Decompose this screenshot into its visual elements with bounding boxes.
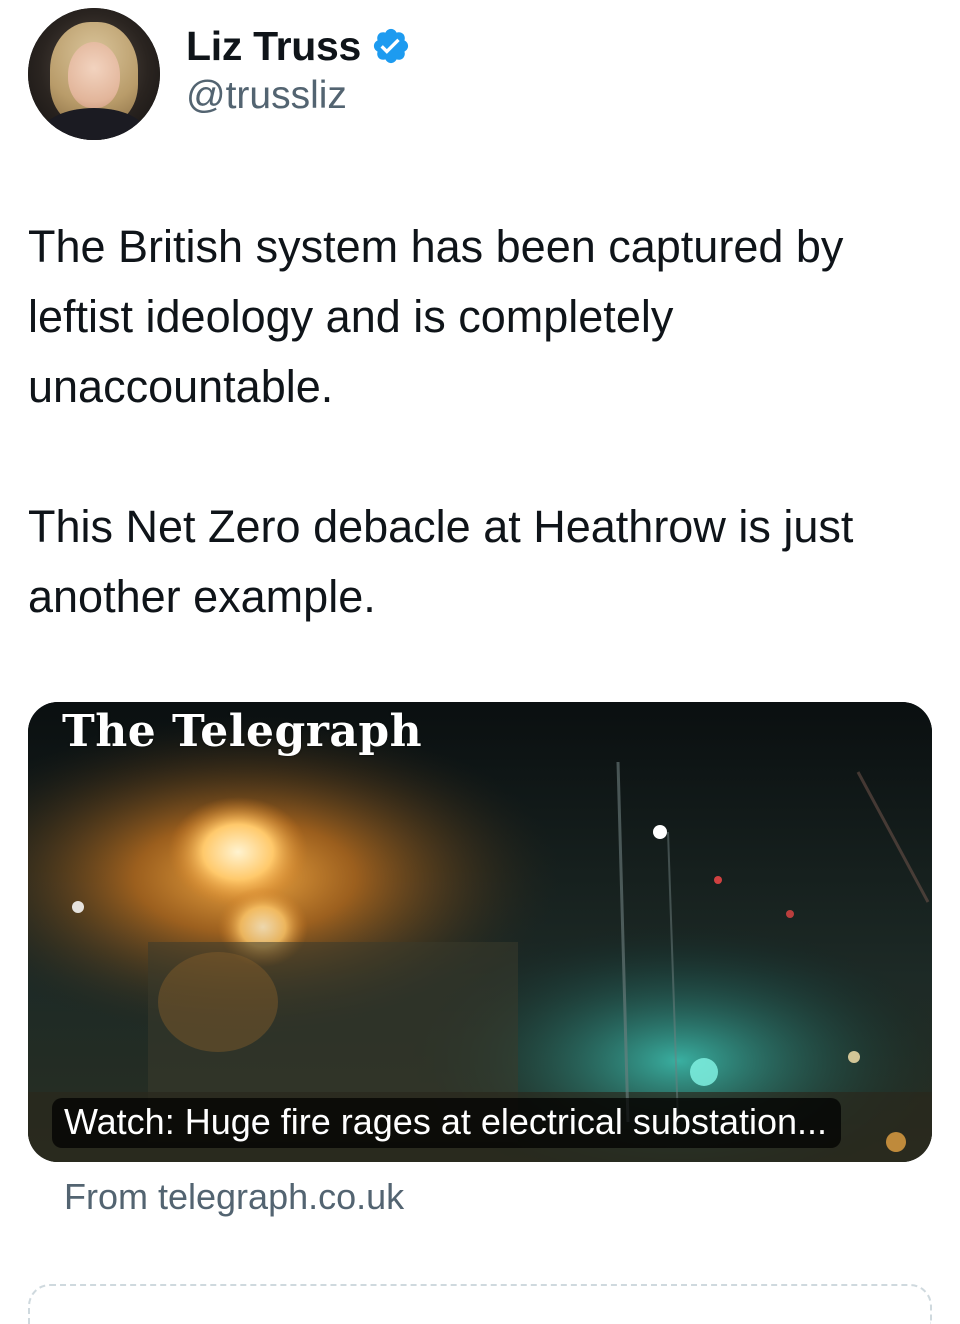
next-content-edge [28, 1284, 932, 1324]
card-source-domain[interactable]: From telegraph.co.uk [64, 1176, 404, 1218]
link-card-image [28, 702, 932, 1162]
card-title[interactable]: Watch: Huge fire rages at electrical sub… [52, 1098, 842, 1148]
author-display-name[interactable]: Liz Truss [186, 23, 361, 70]
tweet-text: The British system has been captured by … [28, 221, 854, 622]
display-name-row: Liz Truss [186, 23, 411, 70]
card-brand-logo: The Telegraph [62, 706, 423, 757]
verified-badge-icon [373, 28, 409, 64]
author-names: Liz Truss @trussliz [186, 23, 411, 118]
link-card[interactable]: The Telegraph Watch: Huge fire rages at … [28, 702, 932, 1162]
author-handle[interactable]: @trussliz [186, 74, 411, 118]
author-avatar[interactable] [28, 8, 160, 140]
tweet-header: Liz Truss @trussliz [28, 8, 411, 140]
